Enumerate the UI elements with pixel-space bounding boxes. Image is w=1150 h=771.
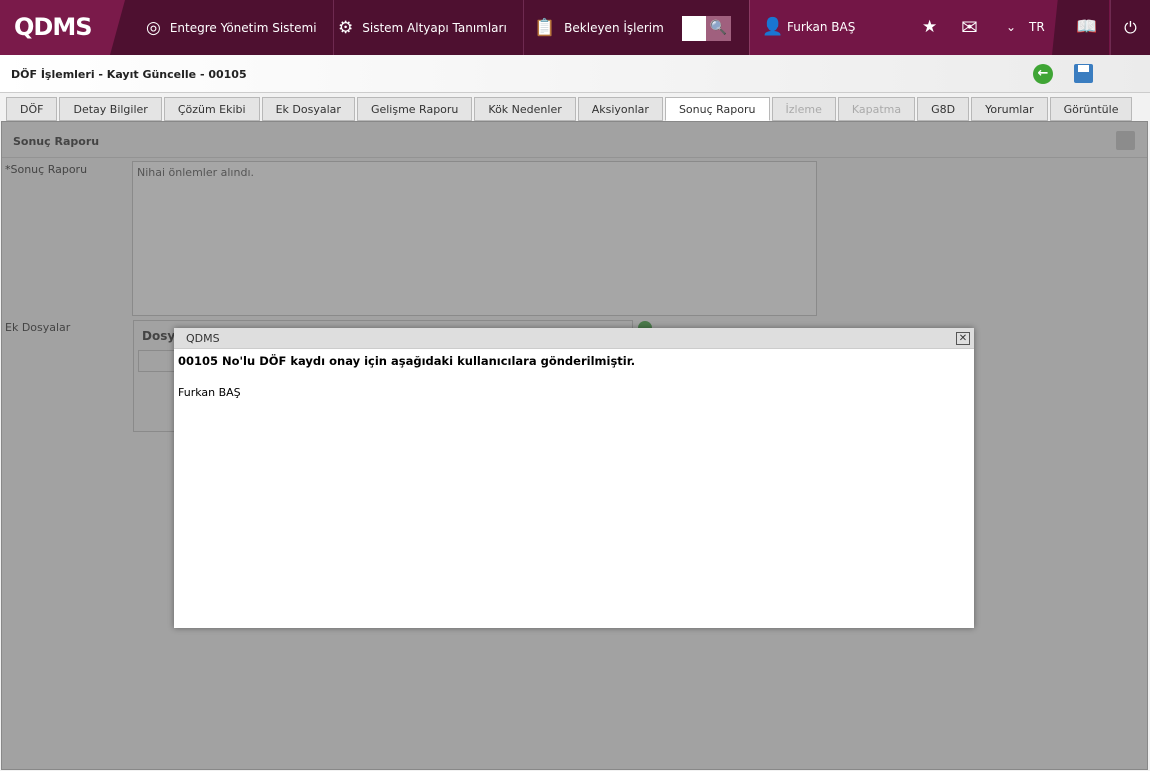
nav-sistem[interactable]: ⚙ Sistem Altyapı Tanımları xyxy=(322,0,524,55)
search-icon[interactable]: 🔍 xyxy=(706,16,731,41)
user-icon: 👤 xyxy=(762,17,784,37)
clipboard-icon: 📋 xyxy=(534,17,556,38)
nav-label: Entegre Yönetim Sistemi xyxy=(169,20,317,35)
page-title: DÖF İşlemleri - Kayıt Güncelle - 00105 xyxy=(11,68,247,81)
sonuc-raporu-textarea[interactable]: Nihai önlemler alındı. xyxy=(132,161,817,316)
manual-button[interactable]: 📖 xyxy=(1052,0,1109,55)
dialog-title: QDMS xyxy=(174,328,974,349)
tab-detay-bilgiler[interactable]: Detay Bilgiler xyxy=(59,97,162,121)
files-label: Ek Dosyalar xyxy=(5,321,71,334)
dialog-message: 00105 No'lu DÖF kaydı onay için aşağıdak… xyxy=(178,354,636,368)
tab-i̇zleme[interactable]: İzleme xyxy=(771,97,836,121)
book-icon: 📖 xyxy=(1076,17,1098,37)
q-icon: ◎ xyxy=(146,17,161,38)
chevron-down-icon[interactable]: ⌄ xyxy=(1006,0,1016,55)
nav-label: Sistem Altyapı Tanımları xyxy=(362,20,507,35)
mail-icon[interactable]: ✉ xyxy=(961,0,978,55)
star-icon[interactable]: ★ xyxy=(922,0,937,55)
tab-bar: DÖF Detay Bilgiler Çözüm Ekibi Ek Dosyalar G… xyxy=(6,97,1133,121)
title-bar: DÖF İşlemleri - Kayıt Güncelle - 00105 ← xyxy=(0,55,1150,93)
power-icon[interactable]: ⏻ xyxy=(1110,0,1150,55)
tab-kök-nedenler[interactable]: Kök Nedenler xyxy=(474,97,576,121)
language-selector[interactable]: TR xyxy=(1029,0,1045,55)
info-dialog: QDMS ✕ 00105 No'lu DÖF kaydı onay için a… xyxy=(174,328,974,628)
tab-ek-dosyalar[interactable]: Ek Dosyalar xyxy=(261,97,355,121)
save-icon[interactable] xyxy=(1074,64,1093,83)
save-icon[interactable] xyxy=(1116,131,1135,150)
nav-entegre[interactable]: ◎ Entegre Yönetim Sistemi xyxy=(130,0,334,55)
tab-yorumlar[interactable]: Yorumlar xyxy=(971,97,1048,121)
tab-gelişme-raporu[interactable]: Gelişme Raporu xyxy=(356,97,473,121)
close-icon[interactable]: ✕ xyxy=(956,332,970,345)
tab-görüntüle[interactable]: Görüntüle xyxy=(1049,97,1133,121)
tab-aksiyonlar[interactable]: Aksiyonlar xyxy=(577,97,663,121)
field-label: *Sonuç Raporu xyxy=(5,163,88,176)
user-name[interactable]: Furkan BAŞ xyxy=(787,0,855,55)
nav-bekleyen[interactable]: 📋 Bekleyen İşlerim xyxy=(518,0,680,55)
section-title: Sonuç Raporu xyxy=(2,122,1147,158)
dialog-user: Furkan BAŞ xyxy=(178,386,241,399)
qdms-logo[interactable]: QDMS xyxy=(0,0,125,55)
nav-label: Bekleyen İşlerim xyxy=(564,20,664,35)
gear-icon: ⚙ xyxy=(338,17,354,38)
search-input[interactable] xyxy=(682,16,706,41)
tab-döf[interactable]: DÖF xyxy=(6,97,58,121)
tab-g8d[interactable]: G8D xyxy=(917,97,970,121)
tab-kapatma[interactable]: Kapatma xyxy=(837,97,916,121)
search-box: 🔍 xyxy=(682,16,731,41)
tab-sonuç-raporu[interactable]: Sonuç Raporu xyxy=(664,97,770,121)
top-header: QDMS ◎ Entegre Yönetim Sistemi ⚙ Sistem Al… xyxy=(0,0,1150,55)
tab-çözüm-ekibi[interactable]: Çözüm Ekibi xyxy=(163,97,260,121)
back-icon[interactable]: ← xyxy=(1033,64,1053,84)
